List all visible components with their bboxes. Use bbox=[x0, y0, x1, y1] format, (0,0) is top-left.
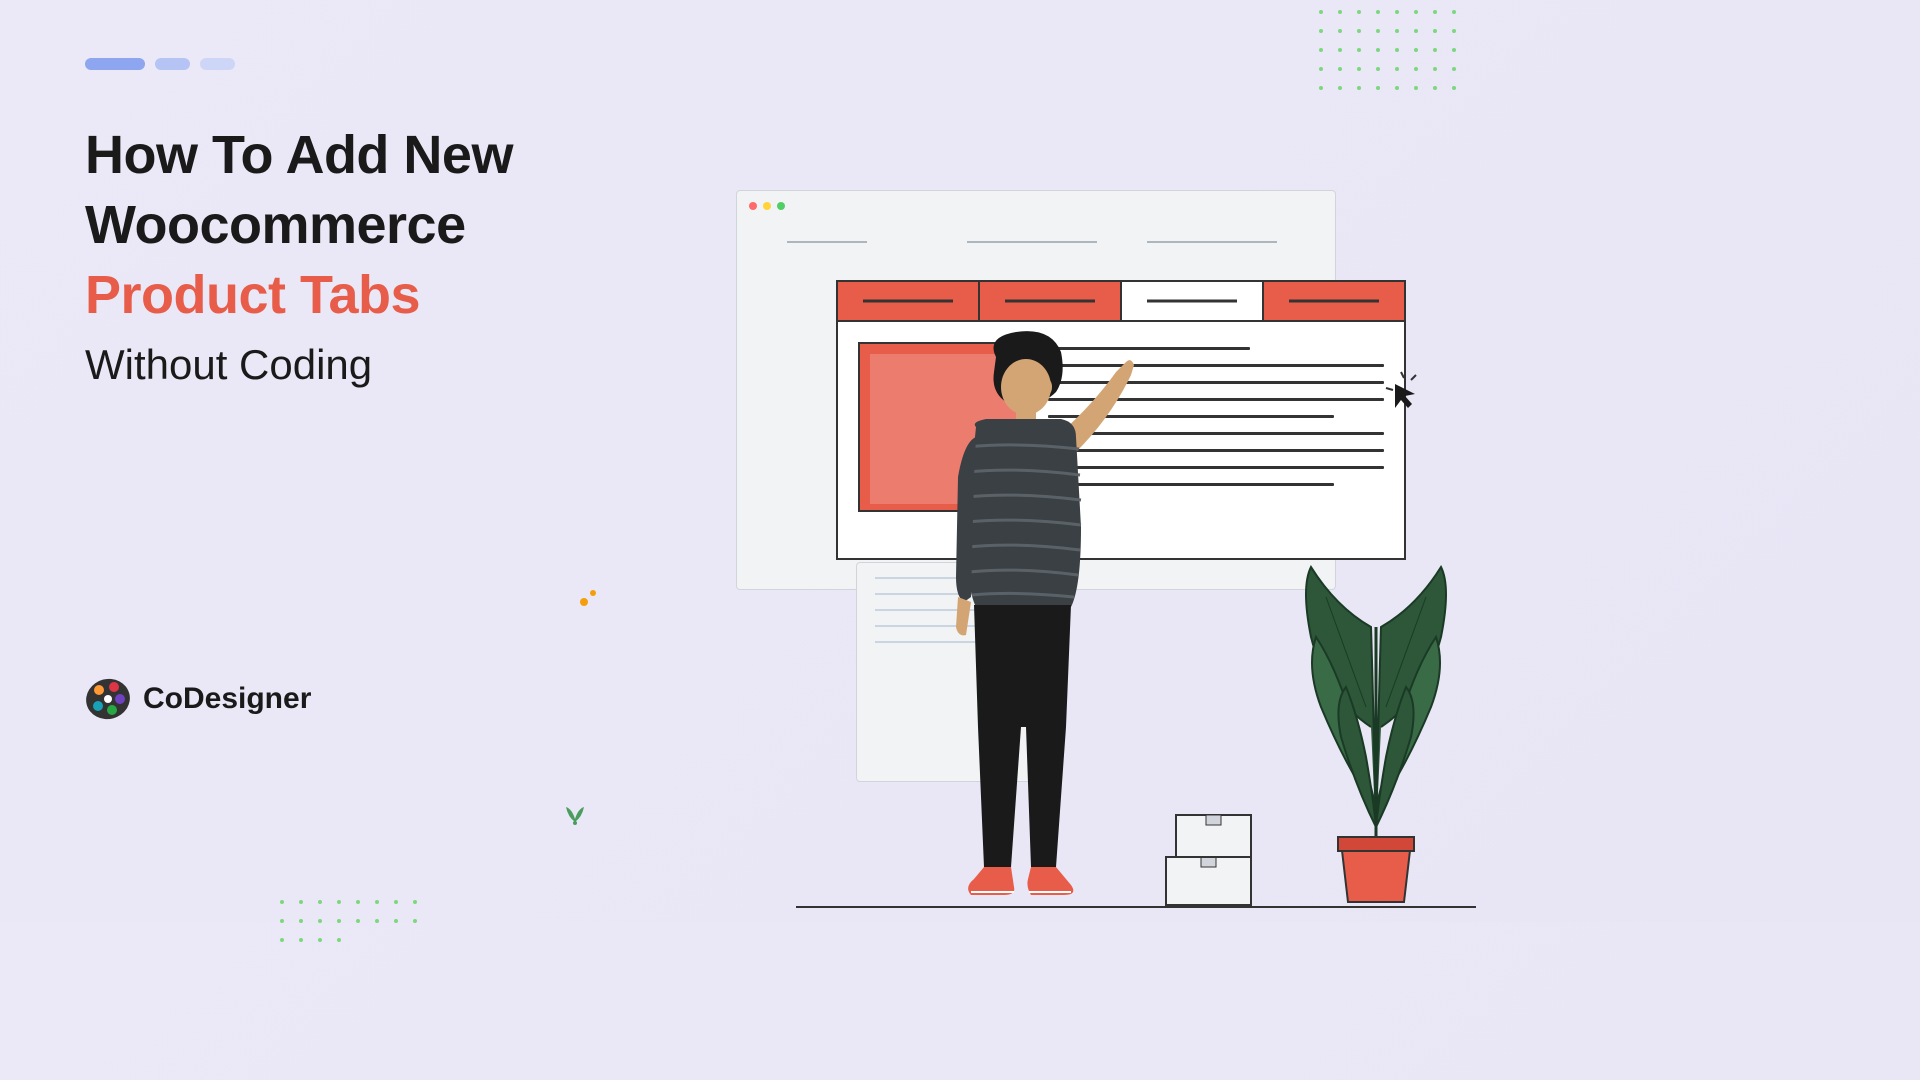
heading-accent: Product Tabs bbox=[85, 260, 645, 330]
decoration-orange-dots bbox=[580, 590, 596, 606]
heading-line-1: How To Add New bbox=[85, 120, 645, 190]
illustration-plant bbox=[1286, 527, 1466, 907]
decoration-pills bbox=[85, 58, 235, 70]
cursor-icon bbox=[1381, 370, 1421, 415]
logo: CoDesigner bbox=[85, 676, 311, 722]
heading-subtitle: Without Coding bbox=[85, 341, 645, 389]
illustration-floor-line bbox=[796, 906, 1476, 908]
illustration-boxes bbox=[1146, 807, 1266, 907]
decoration-leaf-icon bbox=[560, 797, 590, 832]
heading-line-2: Woocommerce bbox=[85, 190, 645, 260]
logo-palette-icon bbox=[85, 676, 131, 722]
illustration-person bbox=[916, 327, 1136, 907]
logo-text: CoDesigner bbox=[143, 682, 311, 716]
decoration-dots-top bbox=[1319, 10, 1456, 90]
main-heading: How To Add New Woocommerce Product Tabs … bbox=[85, 120, 645, 389]
decoration-dots-bottom bbox=[280, 900, 417, 942]
